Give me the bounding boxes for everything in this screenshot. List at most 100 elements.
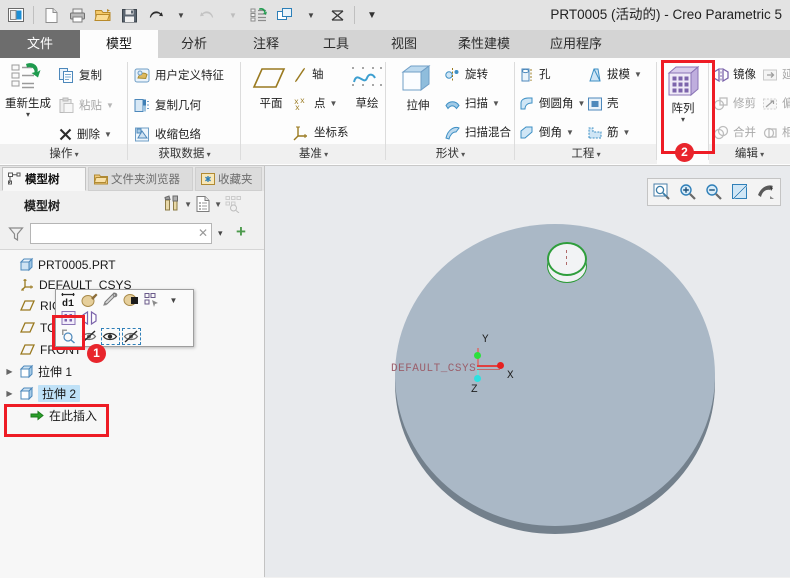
model-tree-filter-input[interactable] (31, 224, 187, 243)
graphics-area[interactable]: DEFAULT_CSYS X Y Z (265, 166, 790, 577)
regenerate-caret-icon[interactable]: ▾ (2, 111, 54, 119)
print-icon[interactable] (65, 3, 89, 27)
hide-icon[interactable] (80, 328, 99, 345)
group-label-editing[interactable]: 编辑 ▾ (709, 144, 790, 164)
panel-tab-favorites[interactable]: 收藏夹 (195, 167, 262, 191)
undo-icon[interactable] (143, 3, 167, 27)
sweep-button[interactable]: 扫描 ▼ (444, 91, 500, 116)
group-label-operations[interactable]: 操作 ▾ (0, 144, 128, 164)
datum-csys-button[interactable]: 坐标系 (293, 120, 349, 145)
regenerate-button[interactable]: 重新生成 ▾ (2, 62, 54, 119)
tab-analysis[interactable]: 分析 (158, 30, 230, 58)
mirror-icon[interactable] (80, 310, 99, 327)
copy-geometry-button[interactable]: 复制几何 (134, 93, 201, 118)
tree-expander-extrude-2[interactable]: ▶ (4, 389, 15, 398)
hole-button[interactable]: 孔 (519, 62, 551, 87)
show-eye-icon[interactable] (101, 327, 120, 345)
tab-flexible-modeling[interactable]: 柔性建模 (438, 30, 530, 58)
tree-node-insert-here[interactable]: 在此插入 (30, 406, 97, 425)
engineering-group-caret-icon[interactable]: ▾ (594, 150, 601, 159)
tab-file[interactable]: 文件 (0, 30, 80, 58)
editing-group-caret-icon[interactable]: ▾ (758, 150, 764, 159)
tab-applications[interactable]: 应用程序 (530, 30, 622, 58)
get-data-group-caret-icon[interactable]: ▾ (204, 150, 211, 159)
round-button[interactable]: 倒圆角 ▼ (519, 91, 585, 116)
display-caret-icon[interactable]: ▼ (214, 200, 222, 209)
appearance-paint-icon[interactable] (80, 292, 99, 309)
shapes-group-caret-icon[interactable]: ▾ (459, 150, 465, 159)
udf-button[interactable]: 用户定义特征 (134, 63, 224, 88)
sweep-caret-icon[interactable]: ▼ (492, 99, 500, 108)
redo-caret-icon[interactable]: ▼ (221, 3, 245, 27)
group-label-get-data[interactable]: 获取数据 ▾ (128, 144, 241, 164)
datum-group-caret-icon[interactable]: ▾ (322, 150, 328, 159)
close-window-icon[interactable] (325, 3, 349, 27)
filter-clear-icon[interactable]: ✕ (198, 226, 208, 240)
datum-point-caret-icon[interactable]: ▼ (330, 99, 338, 108)
datum-plane-button[interactable]: 平面 (245, 64, 297, 111)
filter-caret-icon[interactable]: ▾ (218, 228, 223, 239)
rib-button[interactable]: 筋 ▼ (587, 120, 630, 145)
more-caret-icon[interactable]: ▼ (164, 292, 183, 309)
round-caret-icon[interactable]: ▼ (578, 99, 586, 108)
mirror-button[interactable]: 镜像 (713, 62, 756, 87)
group-label-shapes[interactable]: 形状 ▾ (386, 144, 515, 164)
tab-annotate[interactable]: 注释 (230, 30, 302, 58)
extrude-button[interactable]: 拉伸 (392, 62, 444, 113)
filter-add-icon[interactable]: + (236, 223, 246, 240)
tab-model[interactable]: 模型 (80, 30, 158, 58)
funnel-icon[interactable] (8, 226, 24, 242)
new-icon[interactable] (39, 3, 63, 27)
rib-caret-icon[interactable]: ▼ (623, 128, 631, 137)
hole-top-face-highlighted[interactable] (547, 242, 587, 276)
panel-tab-model-tree[interactable]: 模型树 (2, 167, 86, 191)
settings-caret-icon[interactable]: ▼ (184, 200, 192, 209)
edit-definition-icon[interactable] (101, 292, 120, 309)
revolve-button[interactable]: 旋转 (444, 62, 488, 87)
save-icon[interactable] (117, 3, 141, 27)
window-caret-icon[interactable]: ▼ (299, 3, 323, 27)
mini-toolbar[interactable]: d1 ▼ (55, 289, 194, 347)
datum-point-button[interactable]: xxx 点 ▼ (293, 91, 337, 116)
trim-button[interactable]: 修剪 (713, 91, 756, 116)
swept-blend-button[interactable]: 扫描混合 (444, 120, 511, 145)
operations-group-caret-icon[interactable]: ▾ (72, 150, 79, 159)
tab-tools[interactable]: 工具 (302, 30, 370, 58)
merge-button[interactable]: 合并 (713, 120, 756, 145)
hide-all-icon[interactable] (122, 327, 141, 345)
open-icon[interactable] (91, 3, 115, 27)
qat-caret-icon[interactable]: ▼ (360, 3, 384, 27)
pattern-button[interactable]: 阵列 ▾ (657, 63, 709, 124)
model-3d-view[interactable]: DEFAULT_CSYS X Y Z (265, 166, 790, 577)
search-icon[interactable] (59, 328, 78, 345)
datum-axis-button[interactable]: 轴 (293, 62, 324, 87)
regenerate-icon[interactable] (247, 3, 271, 27)
dimension-icon[interactable]: d1 (59, 292, 78, 309)
undo-caret-icon[interactable]: ▼ (169, 3, 193, 27)
paste-caret-icon[interactable]: ▼ (106, 101, 114, 110)
reference-icon[interactable] (143, 292, 162, 309)
chamfer-caret-icon[interactable]: ▼ (566, 128, 574, 137)
redo-icon[interactable] (195, 3, 219, 27)
tree-node-extrude-1[interactable]: ▶ 拉伸 1 (4, 362, 72, 381)
tree-expander-extrude-1[interactable]: ▶ (4, 367, 15, 376)
offset-button[interactable]: 偏 (762, 91, 790, 116)
copy-button[interactable]: 复制 (58, 63, 102, 88)
pattern-icon[interactable] (59, 310, 78, 327)
intersect-button[interactable]: 相 (762, 120, 790, 145)
draft-button[interactable]: 拔模 ▼ (587, 62, 642, 87)
group-label-engineering[interactable]: 工程 ▾ (515, 144, 657, 164)
shell-button[interactable]: 壳 (587, 91, 619, 116)
panel-tab-folder-browser[interactable]: 文件夹浏览器 (88, 167, 193, 191)
app-logo-icon[interactable] (4, 3, 28, 27)
paste-button[interactable]: 粘贴 ▼ (58, 93, 114, 118)
pattern-caret-icon[interactable]: ▾ (657, 116, 709, 124)
draft-caret-icon[interactable]: ▼ (634, 70, 642, 79)
model-tree-filter-input-wrap[interactable]: ✕ (30, 223, 212, 244)
extend-button[interactable]: 延 (762, 62, 790, 87)
tree-node-part[interactable]: PRT0005.PRT (4, 255, 116, 274)
display-list-icon[interactable] (195, 195, 211, 213)
group-label-datum[interactable]: 基准 ▾ (241, 144, 386, 164)
delete-caret-icon[interactable]: ▼ (104, 130, 112, 139)
tree-node-extrude-2[interactable]: ▶ 拉伸 2 (4, 384, 81, 403)
